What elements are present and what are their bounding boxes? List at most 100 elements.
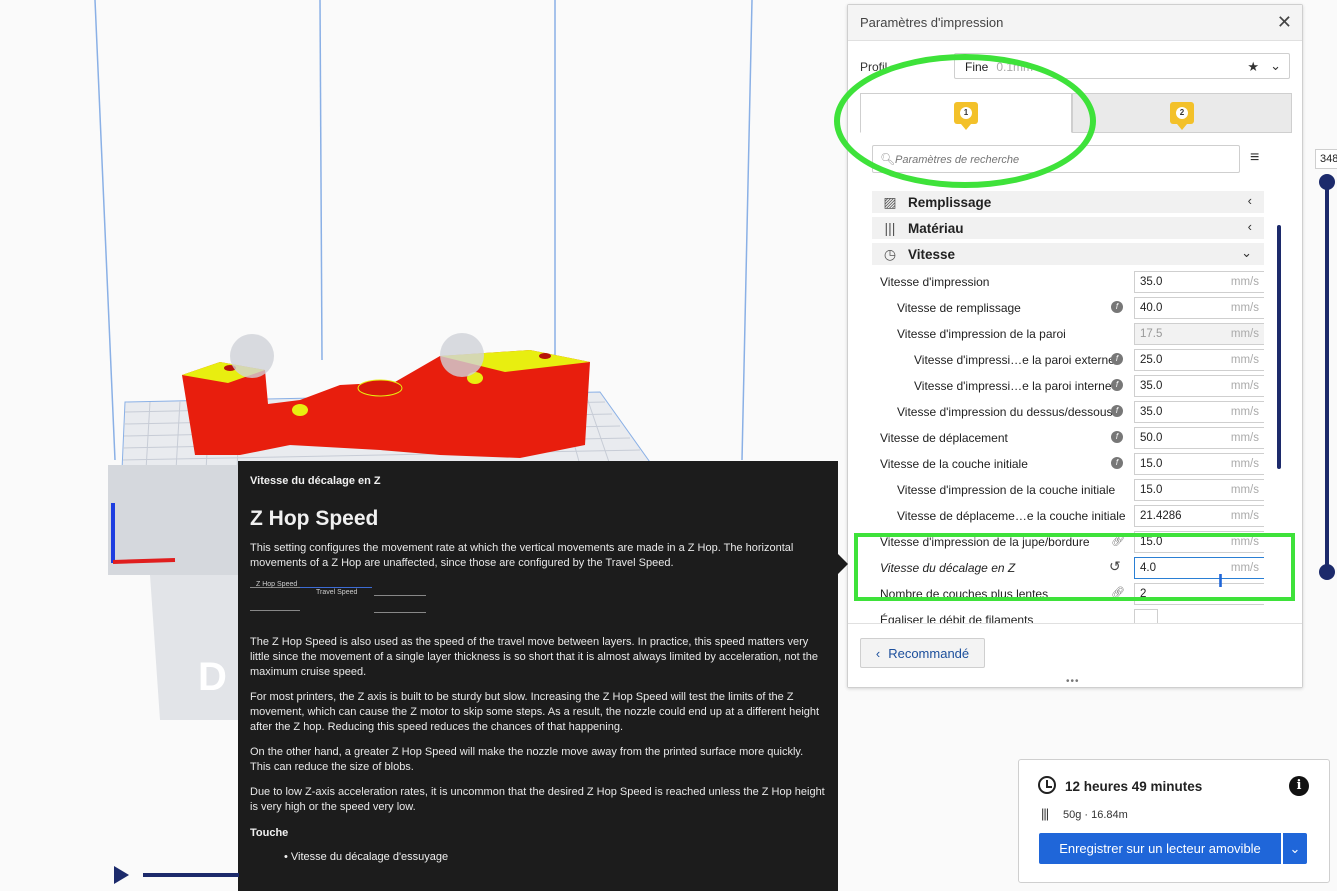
profile-label: Profil [860,60,888,74]
setting-label: Vitesse d'impression de la couche initia… [897,483,1116,497]
chevron-down-icon: ⌄ [1270,58,1281,73]
category-vitesse[interactable]: ◷ Vitesse ⌄ [872,243,1264,265]
search-input[interactable] [895,150,1235,170]
setting-value: 4.0 [1140,562,1156,574]
setting-label: Vitesse de déplacement [880,431,1008,445]
setting-value: 40.0 [1140,302,1163,314]
resize-handle[interactable]: ••• [1066,676,1080,687]
clock-icon [1038,776,1056,794]
tooltip-arrow [838,554,848,574]
layer-number-input[interactable]: 348 [1315,149,1337,169]
setting-unit: mm/s [1230,354,1259,366]
function-icon[interactable]: f [1111,431,1123,443]
speed-gauge-icon: ◷ [883,245,897,262]
setting-row[interactable]: Nombre de couches plus lentes 🔗︎ 2 [872,581,1264,607]
setting-row[interactable]: Vitesse d'impression du dessus/dessous f 3… [872,399,1264,425]
search-row: 🔍︎ ≡ [872,145,1292,173]
setting-value: 25.0 [1140,354,1163,366]
setting-input[interactable]: 17.5 mm/s [1134,323,1264,345]
panel-footer: ‹ Recommandé ••• [848,623,1302,687]
setting-value: 35.0 [1140,276,1163,288]
setting-value: 17.5 [1140,328,1163,340]
setting-input[interactable]: 15.0 mm/s [1134,453,1264,475]
setting-value: 21.4286 [1140,510,1182,522]
play-icon[interactable] [114,866,129,884]
setting-row[interactable]: Vitesse d'impressi…e la paroi interne f 35… [872,373,1264,399]
function-icon[interactable]: f [1111,405,1123,417]
setting-unit: mm/s [1230,380,1259,392]
tooltip-paragraph: This setting configures the movement rat… [250,542,794,569]
setting-row[interactable]: Vitesse de déplacement f 50.0 mm/s [872,425,1264,451]
setting-unit: mm/s [1230,432,1259,444]
tab-extruder-2[interactable]: 2 [1072,93,1292,133]
settings-menu-icon[interactable]: ≡ [1250,149,1259,167]
function-icon[interactable]: f [1111,457,1123,469]
category-remplissage[interactable]: ▨ Remplissage ‹ [872,191,1264,213]
profile-dropdown[interactable]: Fine 0.1mm ★ ⌄ [954,53,1290,79]
setting-input[interactable]: 4.0 mm/s [1134,557,1264,579]
setting-input[interactable]: 15.0 mm/s [1134,479,1264,501]
setting-row[interactable]: Vitesse de déplaceme…e la couche initial… [872,503,1264,529]
layer-upper-handle[interactable] [1319,174,1335,190]
print-time: 12 heures 49 minutes [1065,779,1203,794]
tooltip-affects-item: • Vitesse du décalage d'essuyage [284,851,449,863]
setting-input[interactable]: 50.0 mm/s [1134,427,1264,449]
setting-value: 15.0 [1140,484,1163,496]
panel-title: Paramètres d'impression [860,15,1004,30]
star-icon[interactable]: ★ [1247,59,1259,75]
settings-scrollbar[interactable] [1277,225,1281,469]
setting-input[interactable]: 40.0 mm/s [1134,297,1264,319]
setting-row[interactable]: Vitesse du décalage en Z ↺ 4.0 mm/s [872,555,1264,581]
layer-slider[interactable]: 348 [1312,148,1337,588]
tab-extruder-1[interactable]: 1 [860,93,1072,133]
layer-track[interactable] [1325,180,1329,572]
setting-value: 2 [1140,588,1147,600]
panel-header: Paramètres d'impression ✕ [848,5,1302,41]
setting-input[interactable]: 25.0 mm/s [1134,349,1264,371]
setting-row[interactable]: Vitesse de remplissage f 40.0 mm/s [872,295,1264,321]
setting-input[interactable]: 21.4286 mm/s [1134,505,1264,527]
function-icon[interactable]: f [1111,379,1123,391]
setting-unit: mm/s [1230,484,1259,496]
extruder-2-icon: 2 [1170,102,1194,130]
layer-lower-handle[interactable] [1319,564,1335,580]
chevron-left-icon: ‹ [1247,193,1252,208]
function-icon[interactable]: f [1111,301,1123,313]
extruder-1-icon: 1 [954,102,978,130]
link-icon[interactable]: 🔗︎ [1111,586,1125,599]
setting-row[interactable]: Vitesse d'impression 35.0 mm/s [872,269,1264,295]
link-icon[interactable]: 🔗︎ [1111,534,1125,547]
setting-row[interactable]: Vitesse d'impression de la paroi 17.5 mm/s [872,321,1264,347]
setting-row[interactable]: Vitesse d'impression de la couche initia… [872,477,1264,503]
setting-unit: mm/s [1230,510,1259,522]
recommended-button[interactable]: ‹ Recommandé [860,638,985,668]
info-icon[interactable]: i [1289,776,1309,796]
setting-input[interactable]: 15.0 mm/s [1134,531,1264,553]
category-materiau[interactable]: ||| Matériau ‹ [872,217,1264,239]
chevron-down-icon[interactable]: ⌄ [1283,833,1307,864]
diagram-label-travel: Travel Speed [316,589,358,596]
setting-label: Vitesse du décalage en Z [880,561,1016,575]
setting-input[interactable]: 35.0 mm/s [1134,375,1264,397]
setting-row[interactable]: Vitesse d'impressi…e la paroi externe f 25… [872,347,1264,373]
setting-label: Vitesse de remplissage [897,301,1021,315]
function-icon[interactable]: f [1111,353,1123,365]
setting-unit: mm/s [1230,276,1259,288]
close-icon[interactable]: ✕ [1277,13,1292,31]
setting-unit: mm/s [1230,536,1259,548]
setting-label: Vitesse d'impression [880,275,990,289]
setting-unit: mm/s [1230,328,1259,340]
setting-input[interactable]: 35.0 mm/s [1134,271,1264,293]
reset-icon[interactable]: ↺ [1109,558,1121,575]
setting-label: Nombre de couches plus lentes [880,587,1049,601]
setting-input[interactable]: 2 [1134,583,1264,605]
setting-unit: mm/s [1230,302,1259,314]
simulation-track[interactable] [143,873,239,877]
setting-label: Vitesse d'impressi…e la paroi interne [914,379,1112,393]
setting-row[interactable]: Vitesse d'impression de la jupe/bordure 🔗… [872,529,1264,555]
save-to-removable-button[interactable]: Enregistrer sur un lecteur amovible [1039,833,1281,864]
material-usage: 50g · 16.84m [1063,809,1128,821]
profile-layer-height: 0.1mm [996,60,1034,74]
setting-input[interactable]: 35.0 mm/s [1134,401,1264,423]
setting-row[interactable]: Vitesse de la couche initiale f 15.0 mm/s [872,451,1264,477]
